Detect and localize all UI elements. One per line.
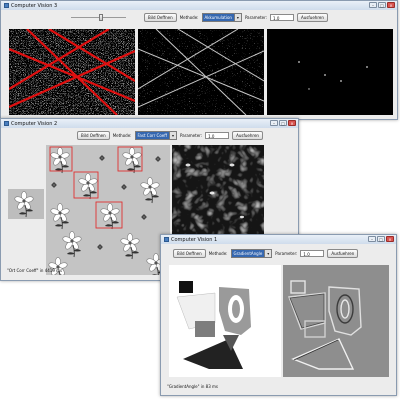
maximize-button[interactable]: □ (377, 236, 385, 242)
method-select[interactable]: Akkumulation ▾ (201, 13, 242, 22)
window-title: Computer Vision 2 (11, 120, 58, 127)
method-select[interactable]: Fast Corr Coeff ▾ (134, 131, 177, 140)
titlebar[interactable]: Computer Vision 3 – □ × (1, 1, 397, 10)
gradient-angle-canvas (283, 265, 389, 377)
status-text: "GradientAngle" in 83 ms (167, 384, 219, 389)
parameter-field[interactable]: 1.0 (270, 14, 295, 21)
hough-edges-image (138, 29, 264, 115)
hough-input-canvas (9, 29, 135, 115)
chevron-down-icon[interactable]: ▾ (264, 250, 272, 257)
minimize-button[interactable]: – (368, 236, 376, 242)
method-select-value: Akkumulation (202, 14, 234, 21)
chevron-down-icon[interactable]: ▾ (233, 14, 241, 21)
app-icon (4, 3, 9, 8)
minimize-button[interactable]: – (369, 2, 377, 8)
toolbar: Bild Oeffnen Methode: Akkumulation ▾ Par… (71, 13, 328, 22)
status-text: "Ort Corr Coeff" in 4419 ms (7, 268, 63, 273)
open-image-button[interactable]: Bild Oeffnen (144, 13, 177, 22)
gradient-angle-image (283, 265, 389, 377)
method-label: Methode: (208, 251, 228, 256)
open-image-button[interactable]: Bild Oeffnen (77, 131, 110, 140)
close-button[interactable]: × (387, 2, 395, 8)
method-label: Methode: (179, 15, 199, 20)
correlation-map-canvas (172, 145, 264, 235)
method-select-value: Fast Corr Coeff (135, 132, 169, 139)
titlebar[interactable]: Computer Vision 2 – □ × (1, 119, 298, 128)
app-icon (164, 237, 169, 242)
titlebar[interactable]: Computer Vision 1 – □ × (161, 235, 396, 244)
window-title: Computer Vision 1 (171, 236, 218, 243)
maximize-button[interactable]: □ (279, 120, 287, 126)
close-button[interactable]: × (288, 120, 296, 126)
maximize-button[interactable]: □ (378, 2, 386, 8)
method-label: Methode: (112, 133, 132, 138)
correlation-map-image (172, 145, 264, 235)
template-image (8, 189, 44, 219)
method-select[interactable]: GradientAngle ▾ (230, 249, 273, 258)
scene-canvas (46, 145, 170, 275)
scene-image (46, 145, 170, 275)
shapes-canvas (169, 265, 281, 377)
hough-edges-canvas (138, 29, 264, 115)
method-select-value: GradientAngle (231, 250, 265, 257)
run-button[interactable]: Ausfuehren (327, 249, 359, 258)
parameter-field[interactable]: 1.0 (300, 250, 325, 257)
window-computer-vision-1: Computer Vision 1 – □ × Bild Oeffnen Met… (160, 234, 397, 396)
parameter-label: Parameter: (180, 133, 203, 138)
parameter-label: Parameter: (244, 15, 268, 20)
slider-thumb[interactable] (99, 14, 104, 21)
window-title: Computer Vision 3 (11, 2, 58, 9)
parameter-field[interactable]: 1.0 (205, 132, 230, 139)
chevron-down-icon[interactable]: ▾ (169, 132, 176, 139)
shapes-image (169, 265, 281, 377)
close-button[interactable]: × (386, 236, 394, 242)
toolbar: Bild Oeffnen Methode: Fast Corr Coeff ▾ … (77, 131, 263, 140)
template-canvas (8, 189, 44, 219)
window-computer-vision-3: Computer Vision 3 – □ × Bild Oeffnen Met… (0, 0, 398, 120)
accumulator-canvas (267, 29, 393, 115)
app-icon (4, 121, 9, 126)
run-button[interactable]: Ausfuehren (297, 13, 328, 22)
run-button[interactable]: Ausfuehren (232, 131, 263, 140)
accumulator-image (267, 29, 393, 115)
open-image-button[interactable]: Bild Oeffnen (173, 249, 206, 258)
hough-input-image (9, 29, 135, 115)
minimize-button[interactable]: – (270, 120, 278, 126)
threshold-slider[interactable] (71, 14, 126, 21)
toolbar: Bild Oeffnen Methode: GradientAngle ▾ Pa… (173, 249, 359, 258)
parameter-label: Parameter: (275, 251, 298, 256)
